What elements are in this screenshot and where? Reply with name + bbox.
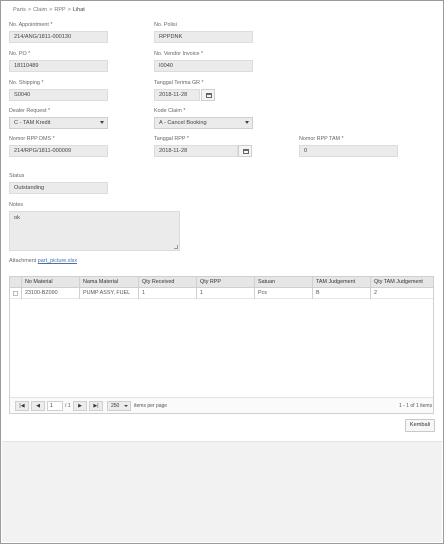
- status-field[interactable]: Outstanding: [9, 182, 108, 194]
- resize-handle-icon[interactable]: [174, 245, 178, 249]
- kode-claim-select[interactable]: A - Cancel Booking: [154, 117, 253, 129]
- select-all-column[interactable]: [10, 277, 21, 288]
- breadcrumb-claim[interactable]: Claim: [33, 7, 47, 13]
- table-row[interactable]: 23100-BZ090 PUMP ASSY, FUEL 1 1 Pcs B 2: [10, 288, 433, 299]
- row-select-cell: [10, 288, 21, 299]
- cell-tam-judgement: B: [312, 288, 370, 299]
- last-page-button[interactable]: ▶|: [89, 401, 103, 411]
- attachment-row: Attachment part_picture.xlsx: [9, 258, 77, 264]
- no-polisi-field[interactable]: RPPDNK: [154, 31, 253, 43]
- items-per-page-label: items per page: [134, 403, 168, 409]
- column-tam-judgement[interactable]: TAM Judgement: [312, 277, 370, 288]
- column-satuan[interactable]: Satuan: [254, 277, 312, 288]
- no-po-label: No. PO *: [9, 51, 31, 57]
- column-no-material[interactable]: No Material: [21, 277, 79, 288]
- notes-value: ok: [14, 215, 20, 221]
- attachment-link[interactable]: part_picture.xlsx: [38, 258, 77, 264]
- tanggal-terima-gr-calendar-button[interactable]: [201, 89, 215, 101]
- breadcrumb-separator: >: [27, 7, 32, 13]
- breadcrumb-parts[interactable]: Parts: [13, 7, 26, 13]
- prev-page-button[interactable]: ◀: [31, 401, 45, 411]
- page-number-input[interactable]: 1: [47, 401, 63, 411]
- tanggal-terima-gr-field[interactable]: 2018-11-28: [154, 89, 200, 101]
- kode-claim-label: Kode Claim *: [154, 108, 186, 114]
- grid-pager: |◀ ◀ 1 / 1 ▶ ▶| 250 items per page 1 - 1…: [10, 397, 433, 413]
- notes-label: Notes: [9, 202, 24, 208]
- tanggal-rpp-field[interactable]: 2018-11-28: [154, 145, 238, 157]
- breadcrumb-current: Lihat: [72, 7, 85, 13]
- dealer-request-label: Dealer Request *: [9, 108, 51, 114]
- material-grid: No Material Nama Material Qty Received Q…: [9, 276, 434, 414]
- nomor-rpp-tam-field[interactable]: 0: [299, 145, 398, 157]
- tanggal-rpp-label: Tanggal RPP *: [154, 136, 189, 142]
- no-appointment-label: No. Appointment *: [9, 22, 53, 28]
- cell-no-material: 23100-BZ090: [21, 288, 79, 299]
- page-count-text: / 1: [65, 403, 71, 409]
- tanggal-terima-gr-label: Tanggal Terima GR *: [154, 80, 204, 86]
- no-vendor-invoice-field[interactable]: I0040: [154, 60, 253, 72]
- no-shipping-field[interactable]: S0040: [9, 89, 108, 101]
- column-qty-rpp[interactable]: Qty RPP: [196, 277, 254, 288]
- chevron-down-icon: [124, 405, 128, 407]
- breadcrumb: Parts > Claim > RPP > Lihat: [13, 7, 85, 13]
- notes-textarea[interactable]: ok: [9, 211, 180, 251]
- chevron-down-icon: [100, 121, 104, 124]
- cell-qty-rpp: 1: [196, 288, 254, 299]
- grid-header: No Material Nama Material Qty Received Q…: [10, 277, 433, 288]
- cell-nama-material: PUMP ASSY, FUEL: [79, 288, 138, 299]
- no-polisi-label: No. Polisi: [154, 22, 177, 28]
- next-page-button[interactable]: ▶: [73, 401, 87, 411]
- page-footer-area: [2, 441, 442, 542]
- nomor-rpp-dms-field[interactable]: 214/RPG/1811-000009: [9, 145, 108, 157]
- dealer-request-select[interactable]: C - TAM Kredit: [9, 117, 108, 129]
- column-nama-material[interactable]: Nama Material: [79, 277, 138, 288]
- first-page-button[interactable]: |◀: [15, 401, 29, 411]
- no-appointment-field[interactable]: 214/ANG/1811-000130: [9, 31, 108, 43]
- nomor-rpp-dms-label: Nomor RPP DMS *: [9, 136, 55, 142]
- status-label: Status: [9, 173, 25, 179]
- page-frame: Parts > Claim > RPP > Lihat No. Appointment * …: [0, 0, 444, 544]
- tanggal-rpp-calendar-button[interactable]: [238, 145, 252, 157]
- column-qty-received[interactable]: Qty Received: [138, 277, 196, 288]
- breadcrumb-separator: >: [67, 7, 71, 13]
- calendar-icon: [206, 93, 212, 98]
- cell-qty-tam-judgement: 2: [370, 288, 433, 299]
- pager-summary: 1 - 1 of 1 items: [399, 403, 433, 409]
- breadcrumb-separator: >: [49, 7, 53, 13]
- no-po-field[interactable]: 18110489: [9, 60, 108, 72]
- breadcrumb-rpp[interactable]: RPP: [54, 7, 65, 13]
- no-vendor-invoice-label: No. Vendor Invoice *: [154, 51, 204, 57]
- chevron-down-icon: [245, 121, 249, 124]
- cell-qty-received: 1: [138, 288, 196, 299]
- attachment-label: Attachment: [9, 258, 37, 264]
- row-checkbox[interactable]: [13, 291, 18, 296]
- nomor-rpp-tam-label: Nomor RPP TAM *: [299, 136, 344, 142]
- column-qty-tam-judgement[interactable]: Qty TAM Judgement: [370, 277, 433, 288]
- page-size-select[interactable]: 250: [107, 401, 131, 411]
- no-shipping-label: No. Shipping *: [9, 80, 44, 86]
- kode-claim-value: A - Cancel Booking: [159, 120, 207, 126]
- calendar-icon: [243, 149, 249, 154]
- cell-satuan: Pcs: [254, 288, 312, 299]
- page-size-value: 250: [111, 403, 120, 409]
- back-button[interactable]: Kembali: [405, 419, 435, 432]
- dealer-request-value: C - TAM Kredit: [14, 120, 51, 126]
